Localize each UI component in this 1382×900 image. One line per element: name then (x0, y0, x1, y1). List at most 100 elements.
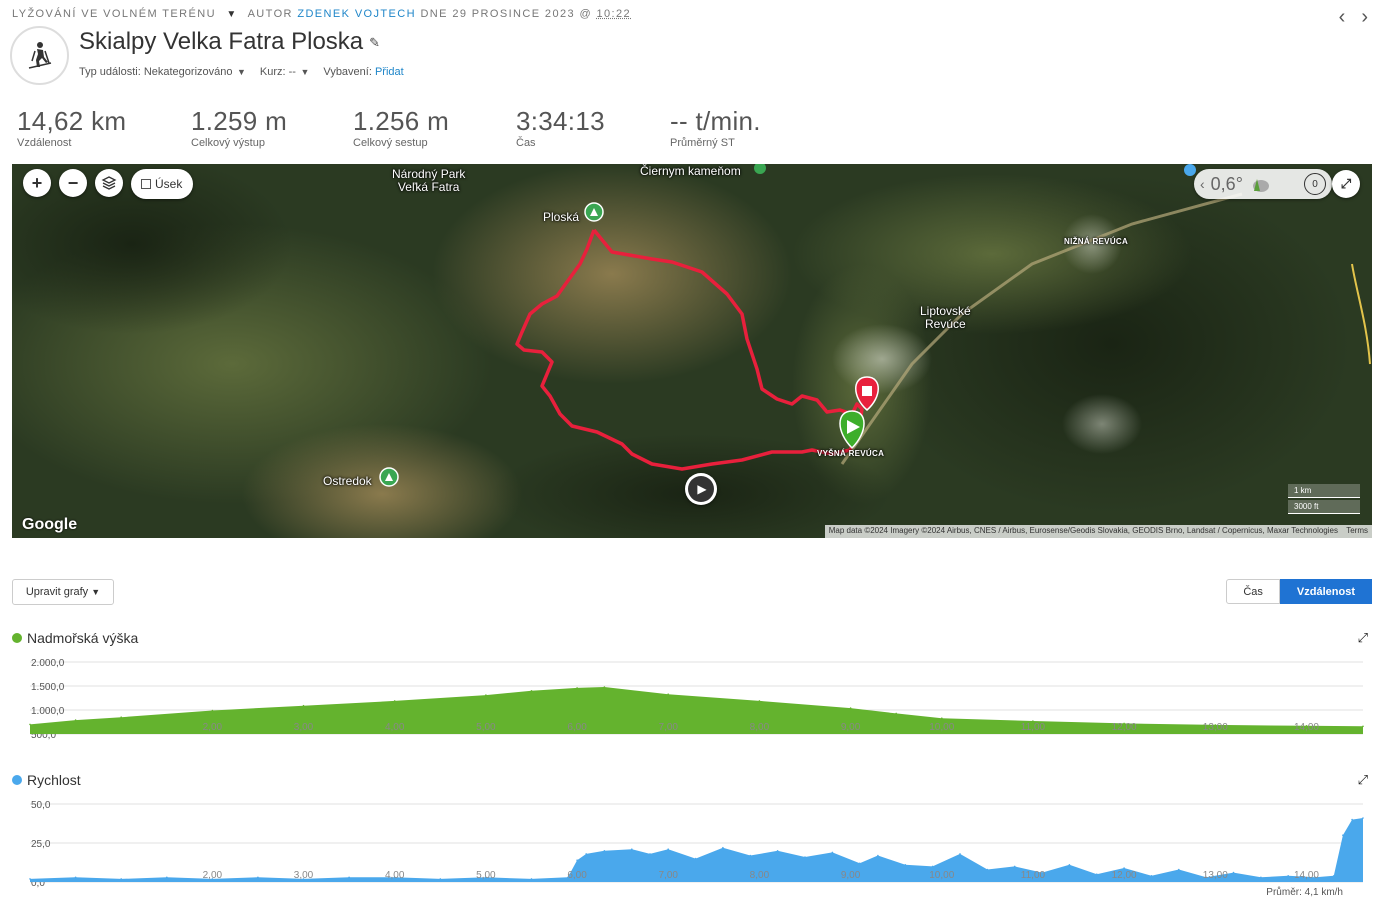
x-tick-label: 12,00 (1112, 870, 1137, 881)
elevation-expand-icon[interactable]: ⤢ (1358, 630, 1368, 646)
scale-km: 1 km (1288, 484, 1360, 498)
data-point (120, 716, 122, 718)
x-axis-toggle: Čas Vzdálenost (1226, 579, 1372, 604)
data-point (576, 859, 578, 861)
y-tick-label: 50,0 (31, 800, 51, 811)
x-tick-label: 9,00 (841, 722, 861, 733)
map-label-nizna-revuca: NIŽNÁ REVÚCA (1064, 237, 1129, 246)
elevation-chart[interactable]: 2.000,01.500,01.000,0500,02,00 3,00 4,00 5,… (0, 650, 1382, 750)
course-select[interactable]: Kurz: -- ▼ (260, 66, 309, 78)
stat-label: Čas (516, 137, 536, 149)
x-tick-label: 11,00 (1021, 870, 1046, 881)
weather-widget[interactable]: ‹ 0,6° 0 (1194, 169, 1332, 199)
data-point (257, 876, 259, 879)
chevron-left-icon[interactable]: ‹ (1200, 176, 1205, 192)
event-type-select[interactable]: Typ události: Nekategorizováno ▼ (79, 66, 246, 78)
next-activity-icon[interactable]: › (1361, 6, 1368, 29)
previous-activity-icon[interactable]: ‹ (1339, 6, 1346, 29)
data-point (166, 876, 168, 879)
add-gear-link[interactable]: Přidat (375, 66, 404, 78)
data-point (858, 862, 861, 865)
toggle-distance-button[interactable]: Vzdálenost (1279, 579, 1372, 604)
data-point (631, 848, 633, 850)
edit-title-icon[interactable]: ✎ (369, 35, 380, 50)
x-tick-label: 14,00 (1294, 870, 1319, 881)
segment-toggle[interactable]: Úsek (131, 169, 193, 199)
terms-link[interactable]: Terms (1346, 526, 1368, 535)
data-point (393, 700, 396, 702)
speed-expand-icon[interactable]: ⤢ (1358, 772, 1368, 788)
page-title: Skialpy Velka Fatra Ploska ✎ (79, 28, 380, 56)
layers-icon (101, 176, 117, 190)
x-tick-label: 12,00 (1112, 722, 1137, 733)
activity-type[interactable]: LYŽOVÁNÍ VE VOLNÉM TERÉNU (12, 8, 216, 20)
data-point (530, 878, 533, 880)
x-tick-label: 6,00 (567, 722, 587, 733)
edit-charts-button[interactable]: Upravit grafy ▼ (12, 579, 114, 605)
data-point (941, 717, 943, 719)
activity-map[interactable]: Národný Park Veľká Fatra Čiernym kameňom … (12, 164, 1372, 538)
x-tick-label: 7,00 (659, 722, 679, 733)
activity-date: DNE 29 PROSINCE 2023 @ (420, 8, 593, 20)
series-area[interactable] (30, 818, 1363, 882)
speed-chart-title: Rychlost (12, 772, 81, 788)
x-tick-label: 2,00 (203, 870, 223, 881)
zoom-out-button[interactable]: − (59, 169, 87, 197)
activity-navigation: ‹ › (1339, 6, 1368, 29)
toggle-time-button[interactable]: Čas (1226, 579, 1280, 604)
data-point (348, 876, 350, 879)
speed-chart[interactable]: 50,025,00,02,00 3,00 4,00 5,00 6,00 7,00 8,00 9… (0, 792, 1382, 900)
google-logo: Google (22, 516, 78, 533)
speed-legend-dot (12, 775, 22, 785)
data-point (649, 853, 651, 855)
playback-button[interactable]: ▶ (685, 473, 717, 505)
data-point (749, 854, 752, 857)
data-point (904, 864, 907, 866)
activity-type-icon (10, 26, 69, 85)
activity-type-dropdown-icon[interactable]: ▼ (226, 9, 237, 20)
activity-time[interactable]: 10:22 (596, 8, 631, 20)
map-label-park: Národný Park Veľká Fatra (392, 167, 466, 194)
data-point (1013, 865, 1016, 868)
data-point (1333, 875, 1335, 877)
author-prefix: AUTOR (247, 8, 293, 20)
stat-value: 1.259 m (191, 106, 288, 136)
gear-field: Vybavení: Přidat (323, 66, 404, 78)
data-point (74, 876, 77, 879)
data-point (1351, 818, 1353, 821)
data-point (302, 704, 305, 707)
breadcrumb: LYŽOVÁNÍ VE VOLNÉM TERÉNU ▼ AUTOR ZDENEK… (12, 8, 631, 20)
stat-label: Celkový výstup (191, 137, 265, 149)
map-label-ridge: Čiernym kameňom (640, 164, 741, 178)
map-label-vysna-revuca: VYŠNÁ REVÚCA (817, 449, 885, 458)
y-tick-label: 1.500,0 (31, 682, 65, 693)
x-tick-label: 11,00 (1021, 722, 1046, 733)
stat-label: Celkový sestup (353, 137, 428, 149)
data-point (758, 700, 761, 702)
data-point (877, 854, 879, 857)
data-point (29, 878, 31, 880)
x-tick-label: 7,00 (659, 870, 679, 881)
data-point (439, 878, 442, 880)
y-tick-label: 2.000,0 (31, 658, 65, 669)
average-label: Průměr: 4,1 km/h (1266, 886, 1343, 898)
author-link[interactable]: ZDENEK VOJTECH (297, 8, 416, 20)
map-label-liptovske-revuce: Liptovské Revúce (920, 304, 971, 331)
x-tick-label: 4,00 (385, 722, 405, 733)
data-point (1260, 876, 1262, 879)
data-point (1232, 871, 1235, 874)
x-tick-label: 5,00 (476, 722, 496, 733)
data-point (722, 846, 724, 849)
segment-checkbox[interactable] (141, 179, 151, 189)
stat-value: 14,62 km (17, 106, 127, 136)
map-fullscreen-button[interactable]: ⤢ (1332, 170, 1360, 198)
data-point (667, 693, 669, 695)
layers-button[interactable] (95, 169, 123, 197)
ski-touring-icon (28, 41, 51, 69)
segment-label: Úsek (155, 177, 183, 191)
zoom-in-button[interactable]: + (23, 169, 51, 197)
chevron-down-icon: ▼ (234, 67, 246, 77)
stat-value: -- t/min. (670, 106, 761, 136)
data-point (895, 712, 897, 715)
chevron-down-icon: ▼ (91, 587, 101, 597)
